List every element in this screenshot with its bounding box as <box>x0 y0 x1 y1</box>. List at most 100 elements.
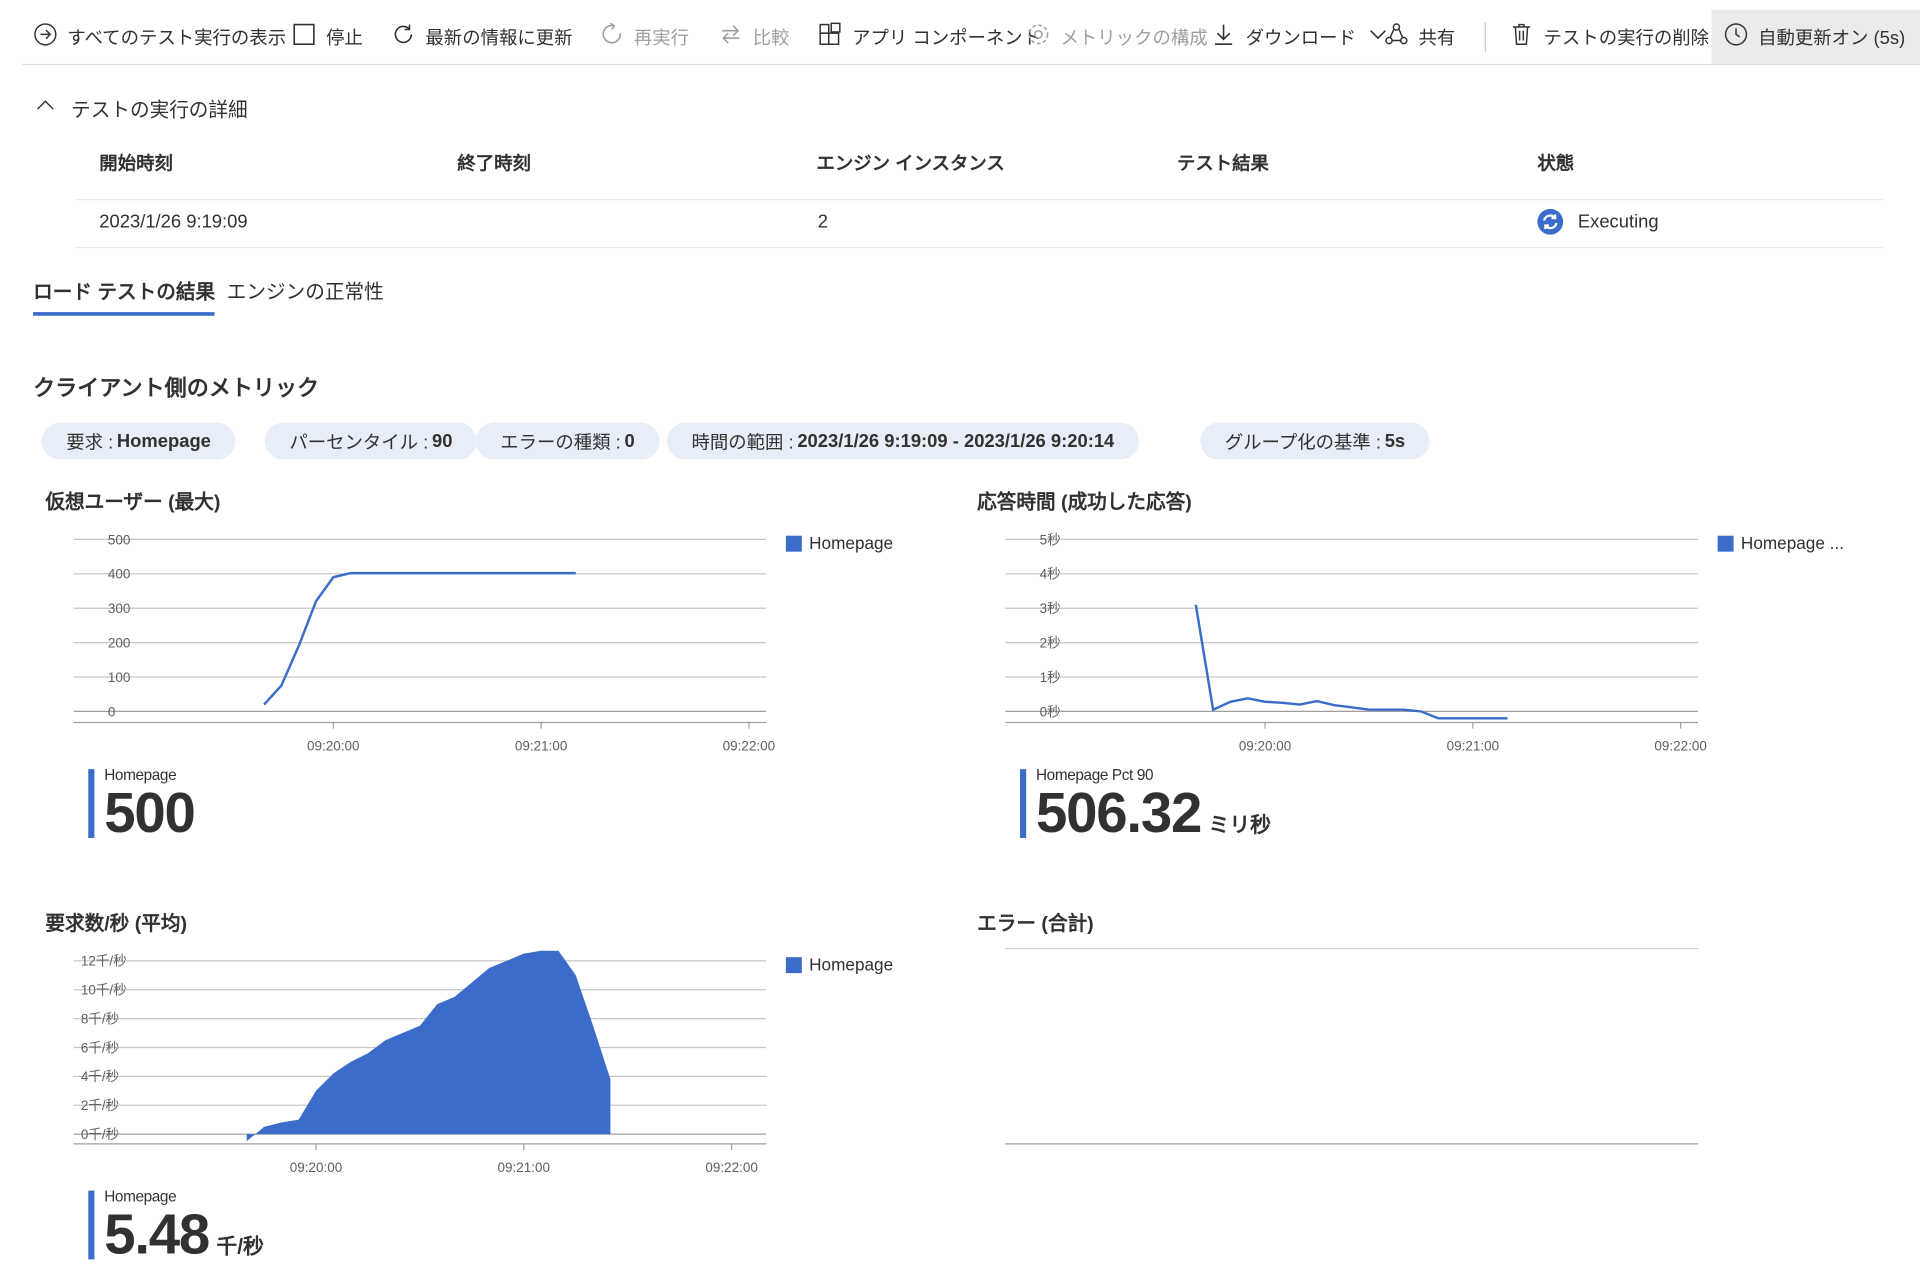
view-all-test-runs-button[interactable]: すべてのテスト実行の表示 <box>33 15 286 59</box>
filter-value: 2023/1/26 9:19:09 - 2023/1/26 9:20:14 <box>797 430 1115 452</box>
refresh-button[interactable]: 最新の情報に更新 <box>391 15 573 59</box>
test-run-details-title: テストの実行の詳細 <box>71 100 248 122</box>
delete-test-run-button[interactable]: テストの実行の削除 <box>1509 15 1709 59</box>
rerun-button[interactable]: 再実行 <box>600 15 690 59</box>
filter-group-by-pill[interactable]: グループ化の基準 :5s <box>1200 422 1430 460</box>
cell-engine-instances: 2 <box>817 211 828 233</box>
app-components-label: アプリ コンポーネント <box>852 27 1042 49</box>
y-tick-label: 500 <box>108 532 131 547</box>
kpi-value: 500 <box>104 781 196 842</box>
series-area-homepage <box>246 950 611 1142</box>
status-cell: Executing <box>1537 208 1659 235</box>
filter-value: Homepage <box>116 430 211 452</box>
series-line-homepage <box>263 571 576 706</box>
tab-load-test-results[interactable]: ロード テストの結果 <box>33 275 216 316</box>
y-tick-label: 10千/秒 <box>81 983 127 998</box>
share-button[interactable]: 共有 <box>1384 15 1455 59</box>
filter-value: 0 <box>624 430 635 452</box>
y-tick-label: 6千/秒 <box>81 1040 119 1055</box>
x-tick-label: 09:21:00 <box>1447 739 1500 754</box>
filter-request-pill[interactable]: 要求 : Homepage <box>41 422 236 460</box>
kpi-number: 5.48 <box>104 1201 210 1266</box>
filter-error-type-pill[interactable]: エラーの種類 :0 <box>475 422 660 460</box>
clock-icon <box>1724 22 1749 51</box>
trash-icon <box>1509 22 1534 51</box>
chart-title-response-time: 応答時間 (成功した応答) <box>977 492 1192 514</box>
command-bar: すべてのテスト実行の表示 停止 最新の情報に更新 再実行 比較 アプリ コンポー… <box>0 0 1920 69</box>
client-metrics-title: クライアント側のメトリック <box>33 375 320 401</box>
header-end-time: 終了時刻 <box>457 153 531 175</box>
filter-time-range-pill[interactable]: 時間の範囲 :2023/1/26 9:19:09 - 2023/1/26 9:2… <box>666 422 1139 460</box>
compare-icon <box>718 22 743 51</box>
status-text: Executing <box>1577 211 1659 233</box>
y-tick-label: 2千/秒 <box>81 1098 119 1113</box>
table-row-bottom <box>74 246 1884 249</box>
auto-refresh-label: 自動更新オン (5s) <box>1758 27 1906 49</box>
share-icon <box>1384 22 1409 51</box>
kpi-requests-per-sec: Homepage 5.48 千/秒 <box>88 1188 264 1264</box>
y-tick-label: 400 <box>108 567 131 582</box>
filter-label: 要求 : <box>66 431 114 453</box>
y-tick-label: 0 <box>108 704 116 719</box>
kpi-unit: 千/秒 <box>216 1234 264 1259</box>
configure-metrics-label: メトリックの構成 <box>1060 27 1208 49</box>
x-tick-label: 09:21:00 <box>515 739 568 754</box>
executing-sync-icon <box>1537 208 1564 235</box>
y-tick-label: 12千/秒 <box>81 954 127 969</box>
y-tick-label: 200 <box>108 636 131 651</box>
toolbar-divider-line <box>22 63 1920 66</box>
y-tick-label: 4秒 <box>1040 567 1061 582</box>
share-label: 共有 <box>1418 27 1456 49</box>
legend-swatch <box>785 956 802 973</box>
response-time-chart: 5秒 4秒 3秒 2秒 1秒 0秒 09:20:00 09:21:00 09:22:00 <box>1005 532 1707 754</box>
auto-refresh-toggle[interactable]: 自動更新オン (5s) <box>1711 9 1920 64</box>
y-tick-label: 1秒 <box>1040 670 1061 685</box>
download-button[interactable]: ダウンロード <box>1211 15 1390 59</box>
download-label: ダウンロード <box>1245 27 1356 49</box>
compare-label: 比較 <box>752 27 790 49</box>
filter-label: グループ化の基準 : <box>1224 431 1382 453</box>
header-test-result: テスト結果 <box>1176 153 1269 175</box>
stop-label: 停止 <box>326 27 363 49</box>
rerun-label: 再実行 <box>633 27 690 49</box>
header-start-time: 開始時刻 <box>99 153 173 175</box>
gear-icon <box>1026 22 1051 51</box>
filter-label: 時間の範囲 : <box>691 431 794 453</box>
legend-label: Homepage <box>809 533 894 553</box>
y-tick-label: 3秒 <box>1040 601 1061 616</box>
tab-engine-health[interactable]: エンジンの正常性 <box>227 275 384 314</box>
compare-button[interactable]: 比較 <box>718 15 790 59</box>
filter-value: 90 <box>431 430 453 452</box>
chart-title-requests-per-sec: 要求数/秒 (平均) <box>45 914 188 936</box>
toolbar-divider <box>1484 22 1486 52</box>
app-components-button[interactable]: アプリ コンポーネント <box>818 15 1041 59</box>
legend-item[interactable]: Homepage <box>785 954 894 975</box>
y-tick-label: 2秒 <box>1040 636 1061 651</box>
chart-title-errors: エラー (合計) <box>977 914 1094 936</box>
errors-chart <box>1005 947 1699 1145</box>
y-tick-label: 100 <box>108 670 131 685</box>
stop-button[interactable]: 停止 <box>292 15 363 59</box>
download-icon <box>1211 22 1236 51</box>
configure-metrics-button[interactable]: メトリックの構成 <box>1026 15 1208 59</box>
kpi-response-time: Homepage Pct 90 506.32 ミリ秒 <box>1020 767 1271 843</box>
kpi-value: 5.48 千/秒 <box>104 1203 264 1278</box>
legend-label: Homepage <box>809 954 894 975</box>
virtual-users-chart: 500 400 300 200 100 0 09:20:00 09:21:00 09:22:00 <box>73 532 775 754</box>
kpi-value: 506.32 ミリ秒 <box>1036 781 1271 856</box>
x-tick-label: 09:20:00 <box>307 739 360 754</box>
y-tick-label: 0秒 <box>1040 704 1061 719</box>
requests-per-second-chart: 12千/秒 10千/秒 8千/秒 6千/秒 4千/秒 2千/秒 0千/秒 09:20:00 09… <box>73 950 767 1175</box>
table-divider <box>74 199 1884 201</box>
y-tick-label: 8千/秒 <box>81 1011 119 1026</box>
legend-item[interactable]: Homepage ... <box>1717 533 1844 553</box>
chevron-up-icon <box>34 94 56 122</box>
y-tick-label: 4千/秒 <box>81 1069 119 1084</box>
legend-swatch <box>1717 535 1734 552</box>
test-run-details-toggle[interactable]: テストの実行の詳細 <box>34 93 248 122</box>
filter-percentile-pill[interactable]: パーセンタイル :90 <box>264 422 477 460</box>
delete-test-run-label: テストの実行の削除 <box>1543 27 1710 49</box>
cell-start-time: 2023/1/26 9:19:09 <box>99 211 248 233</box>
legend-item[interactable]: Homepage <box>785 533 894 553</box>
filter-value: 5s <box>1384 430 1406 452</box>
